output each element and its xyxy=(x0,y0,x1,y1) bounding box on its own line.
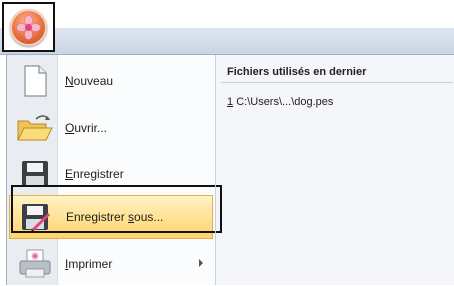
flower-app-icon xyxy=(16,15,41,40)
application-button[interactable] xyxy=(10,9,47,46)
pane-divider xyxy=(215,55,216,285)
save-disk-icon xyxy=(13,154,57,194)
new-document-icon xyxy=(13,61,57,101)
menu-item-print[interactable]: Imprimer xyxy=(9,242,213,286)
menu-item-save-as-label: Enregistrer sous... xyxy=(66,210,164,224)
menu-item-open[interactable]: Ouvrir... xyxy=(9,106,213,150)
menu-item-save[interactable]: Enregistrer xyxy=(9,152,213,196)
recent-file-index: 1 xyxy=(227,96,234,108)
recent-file-path: C:\Users\...\dog.pes xyxy=(236,96,334,108)
recent-files-header: Fichiers utilisés en dernier xyxy=(221,61,453,83)
ribbon-strip xyxy=(0,28,454,55)
menu-commands-pane: Nouveau Ouvrir... Enregistrer Enregistre… xyxy=(7,55,222,286)
submenu-arrow-icon xyxy=(199,259,203,267)
menu-item-open-label: Ouvrir... xyxy=(65,121,108,135)
menu-item-new[interactable]: Nouveau xyxy=(9,59,213,103)
menu-item-save-as[interactable]: Enregistrer sous... xyxy=(9,195,213,239)
menu-item-new-label: Nouveau xyxy=(65,74,114,88)
application-menu: Nouveau Ouvrir... Enregistrer Enregistre… xyxy=(6,54,454,285)
save-as-icon xyxy=(14,197,58,237)
recent-file-item[interactable]: 1 C:\Users\...\dog.pes xyxy=(227,96,333,108)
printer-icon xyxy=(13,244,57,284)
open-folder-icon xyxy=(13,108,57,148)
app-button-frame xyxy=(2,2,55,52)
menu-item-save-label: Enregistrer xyxy=(65,167,124,181)
menu-item-print-label: Imprimer xyxy=(65,257,113,271)
